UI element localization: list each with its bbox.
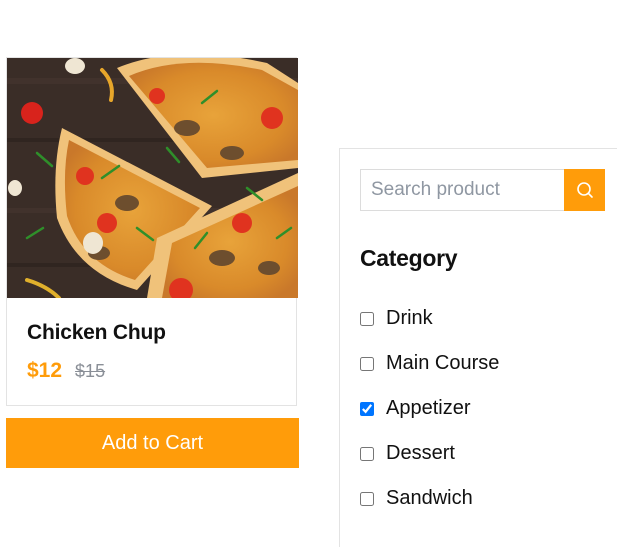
current-price: $12 — [27, 359, 63, 382]
category-option[interactable]: Sandwich — [360, 487, 473, 510]
search-icon — [576, 182, 593, 198]
product-info: Chicken Chup $12 $15 — [27, 320, 276, 383]
product-card: Chicken Chup $12 $15 — [6, 57, 298, 406]
search-input[interactable] — [360, 169, 564, 211]
filter-sidebar: Category Drink Main Course Appetizer — [339, 148, 617, 547]
search-box — [360, 169, 605, 211]
search-button[interactable] — [564, 169, 605, 211]
category-checkbox[interactable] — [360, 446, 374, 461]
category-checkbox[interactable] — [360, 311, 374, 326]
price-row: $12 $15 — [27, 359, 276, 383]
category-heading: Category — [360, 245, 458, 271]
category-checkbox[interactable] — [360, 356, 374, 371]
category-option[interactable]: Main Course — [360, 352, 499, 375]
category-item-appetizer: Appetizer — [360, 386, 499, 431]
category-option[interactable]: Appetizer — [360, 397, 471, 420]
category-item-main-course: Main Course — [360, 341, 499, 386]
add-to-cart-button[interactable]: Add to Cart — [6, 418, 299, 468]
category-option[interactable]: Dessert — [360, 442, 455, 465]
category-option[interactable]: Drink — [360, 307, 433, 330]
category-label: Dessert — [386, 442, 455, 464]
category-label: Appetizer — [386, 397, 471, 419]
original-price: $15 — [75, 361, 106, 381]
category-label: Sandwich — [386, 487, 473, 509]
category-item-dessert: Dessert — [360, 431, 499, 476]
category-checkbox[interactable] — [360, 401, 374, 416]
category-item-drink: Drink — [360, 296, 499, 341]
category-checkbox[interactable] — [360, 491, 374, 506]
category-list: Drink Main Course Appetizer Dessert Sand… — [360, 296, 499, 521]
product-image — [7, 58, 298, 298]
category-item-sandwich: Sandwich — [360, 476, 499, 521]
page: Chicken Chup $12 $15 Add to Cart Categor… — [0, 0, 617, 547]
product-name: Chicken Chup — [27, 321, 166, 344]
category-label: Main Course — [386, 352, 500, 374]
category-label: Drink — [386, 307, 433, 329]
